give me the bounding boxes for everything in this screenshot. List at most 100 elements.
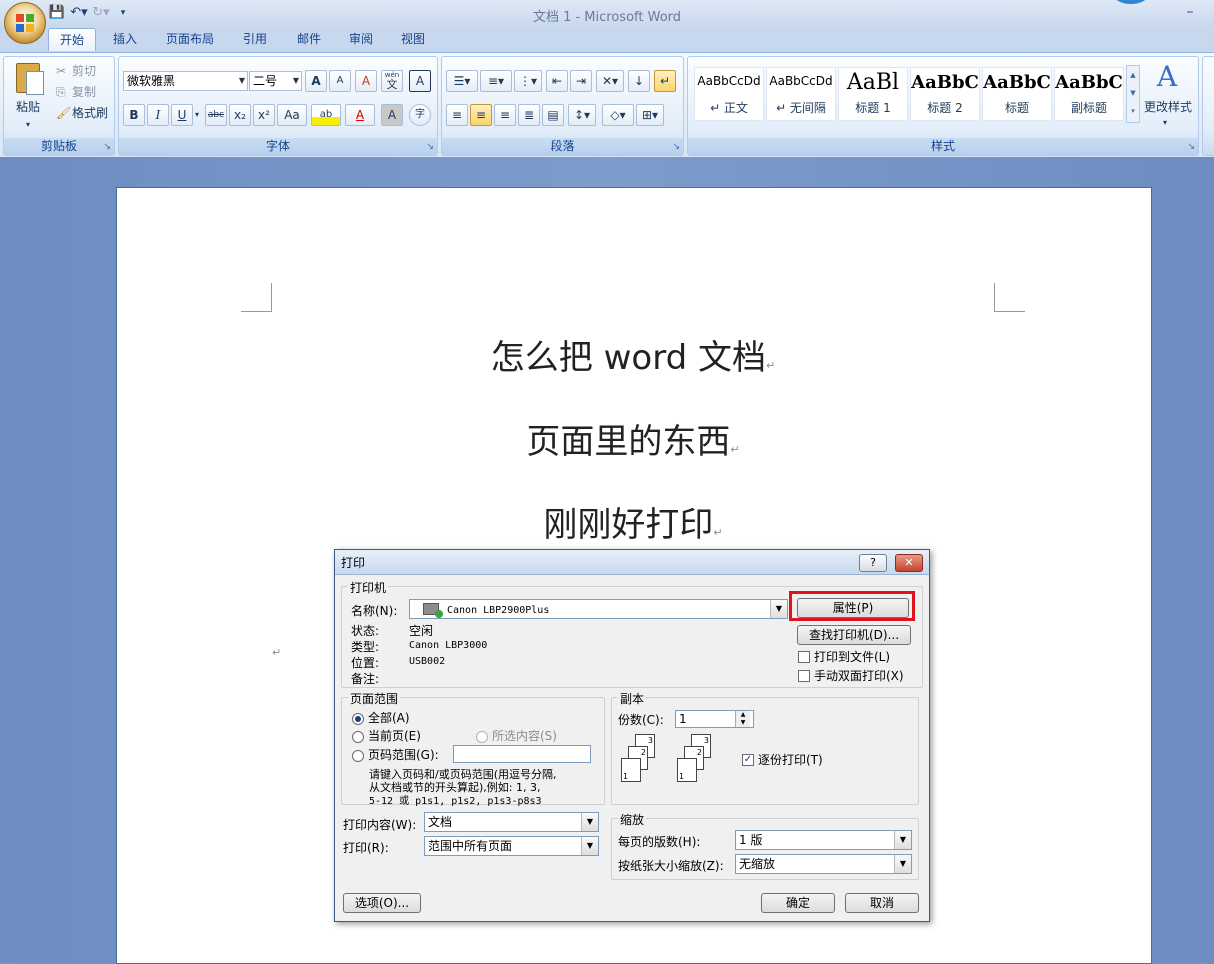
distributed-icon[interactable]: ▤ (542, 104, 564, 126)
tab-references[interactable]: 引用 (234, 28, 276, 50)
superscript-button[interactable]: x² (253, 104, 275, 126)
font-group-title: 字体 (119, 138, 437, 155)
find-printer-button[interactable]: 查找打印机(D)... (797, 625, 911, 645)
range-pages-radio[interactable] (352, 750, 364, 762)
styles-launcher-icon[interactable]: ↘ (1187, 142, 1195, 152)
print-to-file-checkbox[interactable] (798, 651, 810, 663)
page-range-label: 页面范围 (348, 690, 401, 707)
change-styles-button[interactable]: 更改样式 (1144, 97, 1192, 117)
styles-scroll[interactable]: ▲ ▼ ▾ (1126, 65, 1140, 123)
doc-line-1[interactable]: 怎么把 word 文档↵ (116, 330, 1150, 379)
highlight-button[interactable]: ab (311, 104, 341, 126)
style-heading-2[interactable]: AaBbC 标题 2 (910, 67, 980, 121)
char-border-button[interactable]: A (409, 70, 431, 92)
italic-button[interactable]: I (147, 104, 169, 126)
tab-insert[interactable]: 插入 (104, 28, 146, 50)
tab-home[interactable]: 开始 (48, 28, 96, 51)
print-select[interactable]: 范围中所有页面 ▼ (424, 836, 599, 856)
show-marks-icon[interactable]: ↵ (654, 70, 676, 92)
doc-line-2[interactable]: 页面里的东西↵ (116, 414, 1150, 463)
cancel-button[interactable]: 取消 (845, 893, 919, 913)
range-selection-radio[interactable] (476, 731, 488, 743)
style-normal[interactable]: AaBbCcDd ↵ 正文 (694, 67, 764, 121)
collate-checkbox[interactable]: ✓ (742, 754, 754, 766)
clear-format-button[interactable]: A (355, 70, 377, 92)
print-dialog-title: 打印 (341, 556, 366, 570)
paste-icon[interactable] (14, 61, 44, 95)
clipboard-launcher-icon[interactable]: ↘ (103, 142, 111, 152)
decrease-indent-icon[interactable]: ⇤ (546, 70, 568, 92)
paste-dropdown-icon[interactable]: ▾ (26, 115, 30, 135)
page-range-input[interactable] (453, 745, 591, 763)
tab-review[interactable]: 审阅 (340, 28, 382, 50)
change-case-button[interactable]: Aa (277, 104, 307, 126)
style-sample: AaBbC (1055, 72, 1123, 93)
print-what-select[interactable]: 文档 ▼ (424, 812, 599, 832)
borders-icon[interactable]: ⊞▾ (636, 104, 664, 126)
bold-button[interactable]: B (123, 104, 145, 126)
pages-per-sheet-select[interactable]: 1 版 ▼ (735, 830, 912, 850)
shading-icon[interactable]: ◇▾ (602, 104, 634, 126)
save-icon[interactable]: 💾 (48, 4, 66, 22)
range-current-radio[interactable] (352, 731, 364, 743)
doc-line-3-text: 刚刚好打印 (543, 505, 714, 545)
align-center-icon[interactable]: ≡ (470, 104, 492, 126)
tab-view[interactable]: 视图 (392, 28, 434, 50)
subscript-button[interactable]: x₂ (229, 104, 251, 126)
font-name-combo[interactable]: 微软雅黑 ▼ (123, 71, 248, 91)
align-right-icon[interactable]: ≡ (494, 104, 516, 126)
close-button[interactable]: ✕ (895, 554, 923, 572)
numbering-icon[interactable]: ≡▾ (480, 70, 512, 92)
font-launcher-icon[interactable]: ↘ (426, 142, 434, 152)
bullets-icon[interactable]: ☰▾ (446, 70, 478, 92)
shrink-font-button[interactable]: A (329, 70, 351, 92)
office-button[interactable] (4, 2, 46, 44)
style-title[interactable]: AaBbC 标题 (982, 67, 1052, 121)
redo-icon[interactable]: ↻▾ (92, 4, 110, 22)
align-left-icon[interactable]: ≡ (446, 104, 468, 126)
chevron-down-icon: ▼ (770, 600, 787, 618)
enclose-char-button[interactable]: 字 (409, 104, 431, 126)
style-subtitle[interactable]: AaBbC 副标题 (1054, 67, 1124, 121)
style-no-spacing[interactable]: AaBbCcDd ↵ 无间隔 (766, 67, 836, 121)
line-spacing-icon[interactable]: ↕▾ (568, 104, 596, 126)
style-name: 标题 (1004, 101, 1029, 115)
style-heading-1[interactable]: AaBl 标题 1 (838, 67, 908, 121)
range-all-radio[interactable] (352, 713, 364, 725)
strikethrough-button[interactable]: abc (205, 104, 227, 126)
scale-select[interactable]: 无缩放 ▼ (735, 854, 912, 874)
underline-button[interactable]: U (171, 104, 193, 126)
manual-duplex-checkbox[interactable] (798, 670, 810, 682)
sort-icon[interactable]: ↓ (628, 70, 650, 92)
tab-page-layout[interactable]: 页面布局 (158, 28, 222, 50)
print-dialog-titlebar: 打印 ? ✕ (335, 550, 929, 575)
style-name: 副标题 (1070, 101, 1107, 115)
char-shading-button[interactable]: A (381, 104, 403, 126)
format-painter-button[interactable]: 格式刷 (72, 103, 108, 123)
copies-spinner[interactable]: ▲ ▼ (735, 711, 750, 727)
grow-font-button[interactable]: A (305, 70, 327, 92)
minimize-button[interactable]: – (1180, 4, 1200, 20)
printer-name-select[interactable]: Canon LBP2900Plus ▼ (409, 599, 788, 619)
justify-icon[interactable]: ≣ (518, 104, 540, 126)
cut-button[interactable]: 剪切 (72, 61, 96, 81)
copy-button[interactable]: 复制 (72, 82, 96, 102)
paste-button[interactable]: 粘贴 (16, 97, 40, 117)
title-bar: 文档 1 - Microsoft Word (0, 0, 1214, 28)
tab-mailings[interactable]: 邮件 (288, 28, 330, 50)
font-size-combo[interactable]: 二号 ▼ (249, 71, 302, 91)
change-styles-dropdown-icon[interactable]: ▾ (1163, 113, 1167, 133)
underline-dropdown-icon[interactable]: ▾ (195, 105, 199, 125)
paragraph-launcher-icon[interactable]: ↘ (672, 142, 680, 152)
increase-indent-icon[interactable]: ⇥ (570, 70, 592, 92)
ok-button[interactable]: 确定 (761, 893, 835, 913)
multilevel-list-icon[interactable]: ⋮▾ (514, 70, 542, 92)
doc-line-3[interactable]: 刚刚好打印↵ (116, 497, 1150, 546)
help-button[interactable]: ? (859, 554, 887, 572)
phonetic-guide-button[interactable]: wén 文 (381, 70, 403, 92)
font-color-button[interactable]: A (345, 104, 375, 126)
customize-icon[interactable]: ▾ (114, 4, 132, 22)
options-button[interactable]: 选项(O)... (343, 893, 421, 913)
chinese-layout-icon[interactable]: ✕▾ (596, 70, 624, 92)
undo-icon[interactable]: ↶▾ (70, 4, 88, 22)
